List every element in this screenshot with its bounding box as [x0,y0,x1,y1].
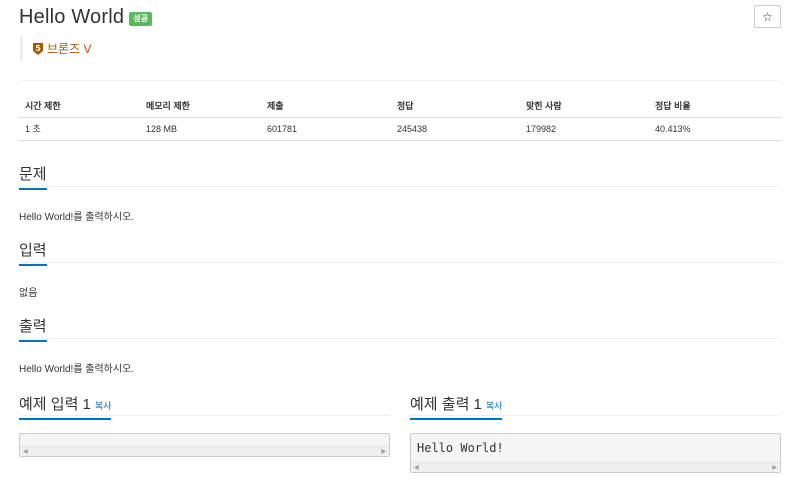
table-header-row: 시간 제한 메모리 제한 제출 정답 맞힌 사람 정답 비율 [19,94,781,118]
tier-block: 5 브론즈 V [20,36,91,61]
sample-output-box: Hello World! ◀ ▶ [410,433,781,473]
table-row: 1 초 128 MB 601781 245438 179982 40.413% [19,117,781,141]
header-submissions: 제출 [261,94,391,118]
sample-input-box: ◀ ▶ [19,433,390,457]
divider [19,262,781,263]
header-solved-users: 맞힌 사람 [520,94,649,118]
problem-info-table: 시간 제한 메모리 제한 제출 정답 맞힌 사람 정답 비율 1 초 128 M… [19,94,781,141]
memory-limit-value: 128 MB [140,117,261,141]
ratio-value: 40.413% [649,117,781,141]
sample-output-content: Hello World! [417,441,504,455]
scroll-left-icon[interactable]: ◀ [23,448,28,455]
divider [19,338,781,339]
divider [19,186,781,187]
copy-sample-input-button[interactable]: 복사 [95,401,112,411]
page-title: Hello World [19,6,125,28]
title-row: Hello World 성공 [19,6,152,29]
header-memory-limit: 메모리 제한 [140,94,261,118]
divider [410,415,781,416]
sample-input-heading-text: 예제 입력 1 [19,396,91,413]
tier-number: 5 [35,44,41,53]
solved-users-value[interactable]: 179982 [520,117,649,141]
scroll-right-icon[interactable]: ▶ [772,464,777,471]
bronze-tier-icon: 5 [32,42,44,56]
tier-label[interactable]: 브론즈 V [47,40,91,57]
output-text: Hello World!를 출력하시오. [19,364,135,375]
time-limit-value: 1 초 [19,117,140,141]
submissions-value[interactable]: 601781 [261,117,391,141]
sample-output-heading-text: 예제 출력 1 [410,396,482,413]
divider [19,80,781,81]
sample-output-scrollbar[interactable]: ◀ ▶ [411,462,780,472]
scroll-left-icon[interactable]: ◀ [414,464,419,471]
star-icon: ☆ [762,9,773,24]
description-text: Hello World!를 출력하시오. [19,212,135,223]
input-text: 없음 [19,288,38,299]
header-accepted: 정답 [391,94,520,118]
copy-sample-output-button[interactable]: 복사 [486,401,503,411]
scroll-right-icon[interactable]: ▶ [381,448,386,455]
accepted-value[interactable]: 245438 [391,117,520,141]
header-time-limit: 시간 제한 [19,94,140,118]
sample-input-scrollbar[interactable]: ◀ ▶ [20,446,389,456]
divider [19,415,390,416]
header-ratio: 정답 비율 [649,94,781,118]
status-badge: 성공 [129,12,152,26]
favorite-button[interactable]: ☆ [754,5,781,28]
